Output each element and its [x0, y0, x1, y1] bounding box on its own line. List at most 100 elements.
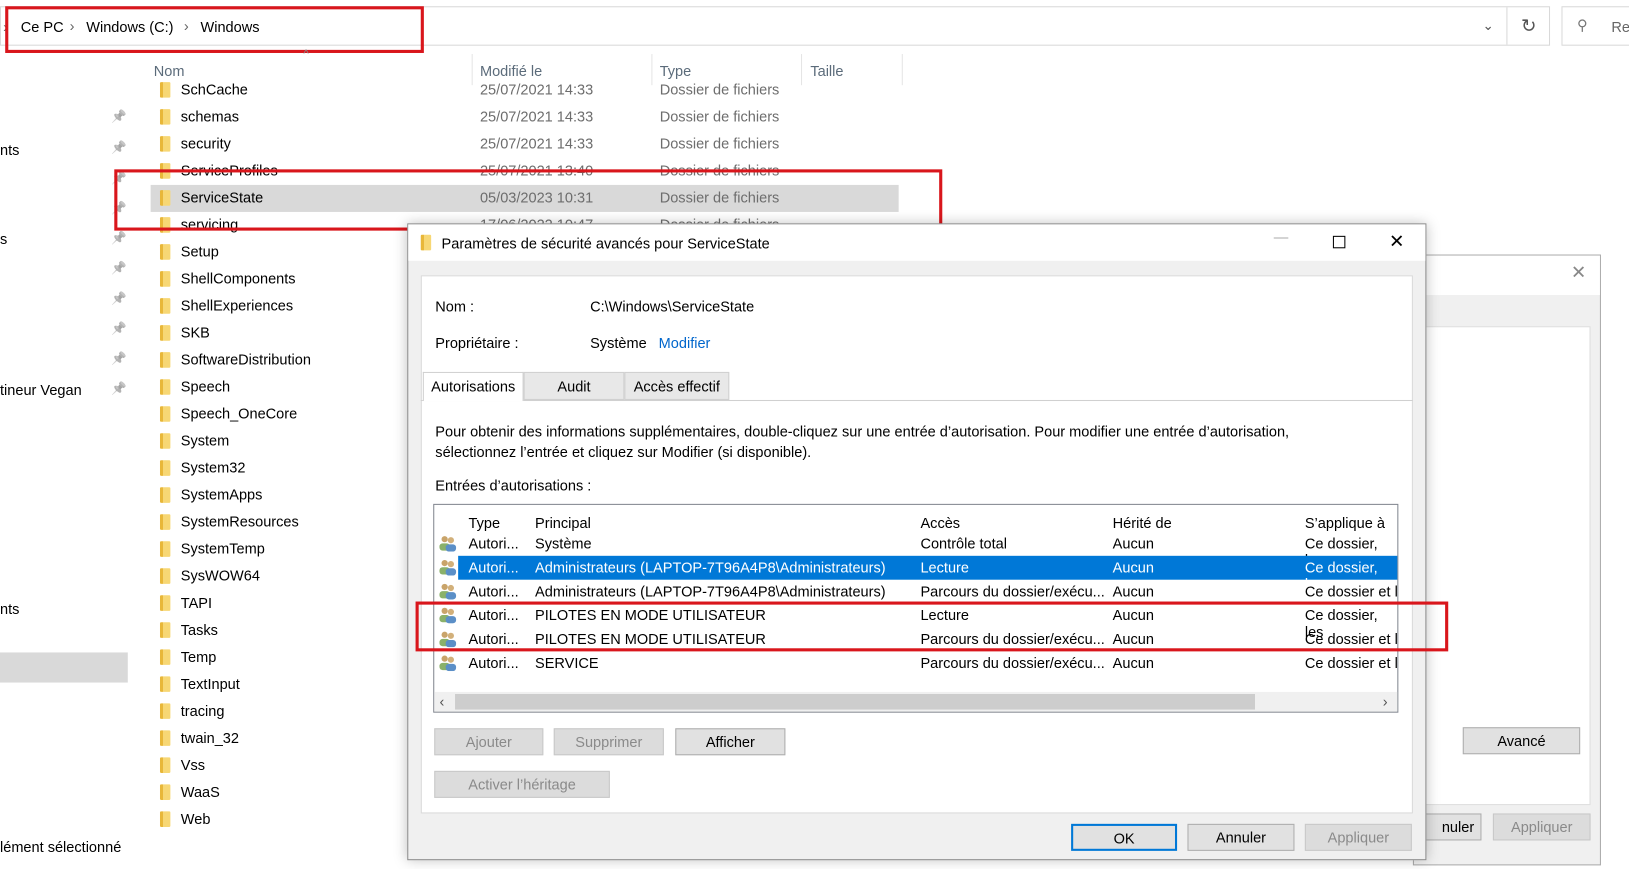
permission-entry[interactable]: Autori... Administrateurs (LAPTOP-7T96A4P… [434, 555, 1398, 592]
column-applies-to[interactable]: S’applique à [1305, 514, 1385, 531]
file-row[interactable]: SchCache 25/07/2021 14:33 Dossier de fichi… [151, 77, 899, 104]
nav-item[interactable]: s [0, 231, 7, 248]
folder-icon [159, 298, 171, 314]
folder-icon [159, 460, 171, 476]
users-icon [439, 536, 457, 552]
nav-item[interactable]: nts [0, 141, 19, 158]
folder-icon [159, 487, 171, 503]
folder-icon [159, 541, 171, 557]
search-input[interactable]: Re [1611, 19, 1629, 36]
name-label: Nom : [435, 298, 475, 315]
tab-audit[interactable]: Audit [523, 371, 625, 400]
entry-inherited: Aucun [1112, 654, 1154, 672]
tab-permissions[interactable]: Autorisations [422, 371, 524, 402]
column-principal[interactable]: Principal [535, 514, 591, 531]
minimize-button[interactable]: — [1274, 229, 1289, 246]
pin-icon[interactable]: 📌 [111, 351, 127, 366]
file-modified: 25/07/2021 14:33 [479, 81, 594, 98]
info-text: Pour obtenir des informations supplément… [435, 422, 1290, 440]
scrollbar-thumb[interactable] [455, 693, 1255, 710]
horizontal-scrollbar[interactable]: ‹ › [434, 691, 1398, 712]
pin-icon[interactable]: 📌 [111, 109, 127, 124]
change-owner-link[interactable]: Modifier [659, 335, 711, 352]
tab-effective-access[interactable]: Accès effectif [624, 371, 730, 400]
file-name: ShellComponents [180, 270, 296, 287]
folder-icon [159, 568, 171, 584]
status-bar-text: lément sélectionné [0, 838, 122, 856]
file-name: schemas [180, 108, 239, 125]
add-button[interactable]: Ajouter [434, 728, 544, 756]
refresh-icon[interactable]: ↻ [1521, 16, 1537, 38]
column-access[interactable]: Accès [920, 514, 960, 531]
permission-entry[interactable]: Autori... SERVICE Parcours du dossier/exéc… [434, 651, 1397, 675]
folder-icon [159, 676, 171, 692]
ok-button[interactable]: OK [1071, 823, 1178, 851]
folder-icon [159, 271, 171, 287]
folder-icon [159, 352, 171, 368]
search-icon: ⚲ [1577, 16, 1588, 34]
dialog-title: Paramètres de sécurité avancés pour Serv… [441, 234, 770, 252]
file-name: TAPI [180, 594, 213, 611]
view-button[interactable]: Afficher [675, 728, 786, 756]
entries-label: Entrées d’autorisations : [435, 476, 592, 494]
entry-applies-to: Ce dossier et l [1304, 582, 1398, 600]
enable-inheritance-button[interactable]: Activer l’héritage [434, 770, 610, 798]
file-name: SchCache [180, 81, 248, 98]
column-inherited[interactable]: Hérité de [1113, 514, 1172, 531]
folder-icon [159, 784, 171, 800]
nav-item[interactable]: nts [0, 600, 19, 617]
permission-entry[interactable]: Autori... Administrateurs (LAPTOP-7T96A4P… [434, 580, 1398, 604]
file-name: SystemTemp [180, 540, 265, 557]
pin-icon[interactable]: 📌 [111, 321, 127, 336]
folder-icon [159, 136, 171, 152]
file-name: System [180, 432, 230, 449]
folder-icon [159, 622, 171, 638]
pin-icon[interactable]: 📌 [111, 291, 127, 306]
column-type[interactable]: Type [469, 514, 501, 531]
file-name: Speech [180, 378, 231, 395]
nav-item[interactable]: tineur Vegan [0, 381, 82, 398]
file-name: SysWOW64 [180, 567, 260, 584]
apply-button[interactable]: Appliquer [1304, 823, 1412, 851]
close-button[interactable]: ✕ [1389, 231, 1405, 253]
close-icon[interactable]: ✕ [1571, 262, 1587, 284]
folder-icon [159, 649, 171, 665]
entry-principal: SERVICE [535, 654, 599, 672]
file-name: ShellExperiences [180, 297, 294, 314]
entry-access: Lecture [920, 558, 969, 576]
permission-entry[interactable]: Autori... Système Contrôle total Aucun Ce do… [434, 532, 1397, 568]
scroll-left-icon[interactable]: ‹ [439, 693, 444, 710]
folder-icon [159, 82, 171, 98]
cancel-button[interactable]: Annuler [1187, 823, 1295, 851]
annotation-box [415, 601, 1449, 652]
folder-icon [159, 325, 171, 341]
entry-type: Autori... [468, 654, 519, 672]
entry-type: Autori... [468, 535, 519, 552]
entry-type: Autori... [468, 582, 519, 600]
remove-button[interactable]: Supprimer [553, 728, 664, 756]
entry-principal: Administrateurs (LAPTOP-7T96A4P8\Adminis… [535, 582, 886, 600]
pin-icon[interactable]: 📌 [111, 381, 127, 396]
advanced-button[interactable]: Avancé [1462, 727, 1581, 755]
pin-icon[interactable]: 📌 [111, 261, 127, 276]
owner-label: Propriétaire : [435, 334, 519, 352]
entry-inherited: Aucun [1112, 582, 1154, 600]
history-dropdown-icon[interactable]: ⌄ [1483, 18, 1494, 35]
apply-button[interactable]: Appliquer [1492, 813, 1591, 841]
file-row[interactable]: security 25/07/2021 14:33 Dossier de fichi… [151, 131, 899, 158]
file-name: SystemApps [180, 486, 263, 503]
file-row[interactable]: schemas 25/07/2021 14:33 Dossier de fichie… [151, 104, 899, 131]
file-modified: 25/07/2021 14:33 [479, 108, 594, 125]
pin-icon[interactable]: 📌 [111, 140, 127, 155]
entry-access: Parcours du dossier/exécu... [920, 582, 1105, 600]
pin-icon[interactable]: 📌 [111, 231, 127, 246]
maximize-button[interactable] [1332, 235, 1346, 249]
file-name: Vss [180, 756, 206, 773]
file-name: Web [180, 810, 211, 827]
folder-icon [159, 703, 171, 719]
file-name: WaaS [180, 783, 220, 800]
scroll-right-icon[interactable]: › [1383, 693, 1388, 710]
nav-selected-item[interactable] [0, 652, 128, 683]
annotation-box [5, 6, 424, 53]
folder-icon [159, 433, 171, 449]
